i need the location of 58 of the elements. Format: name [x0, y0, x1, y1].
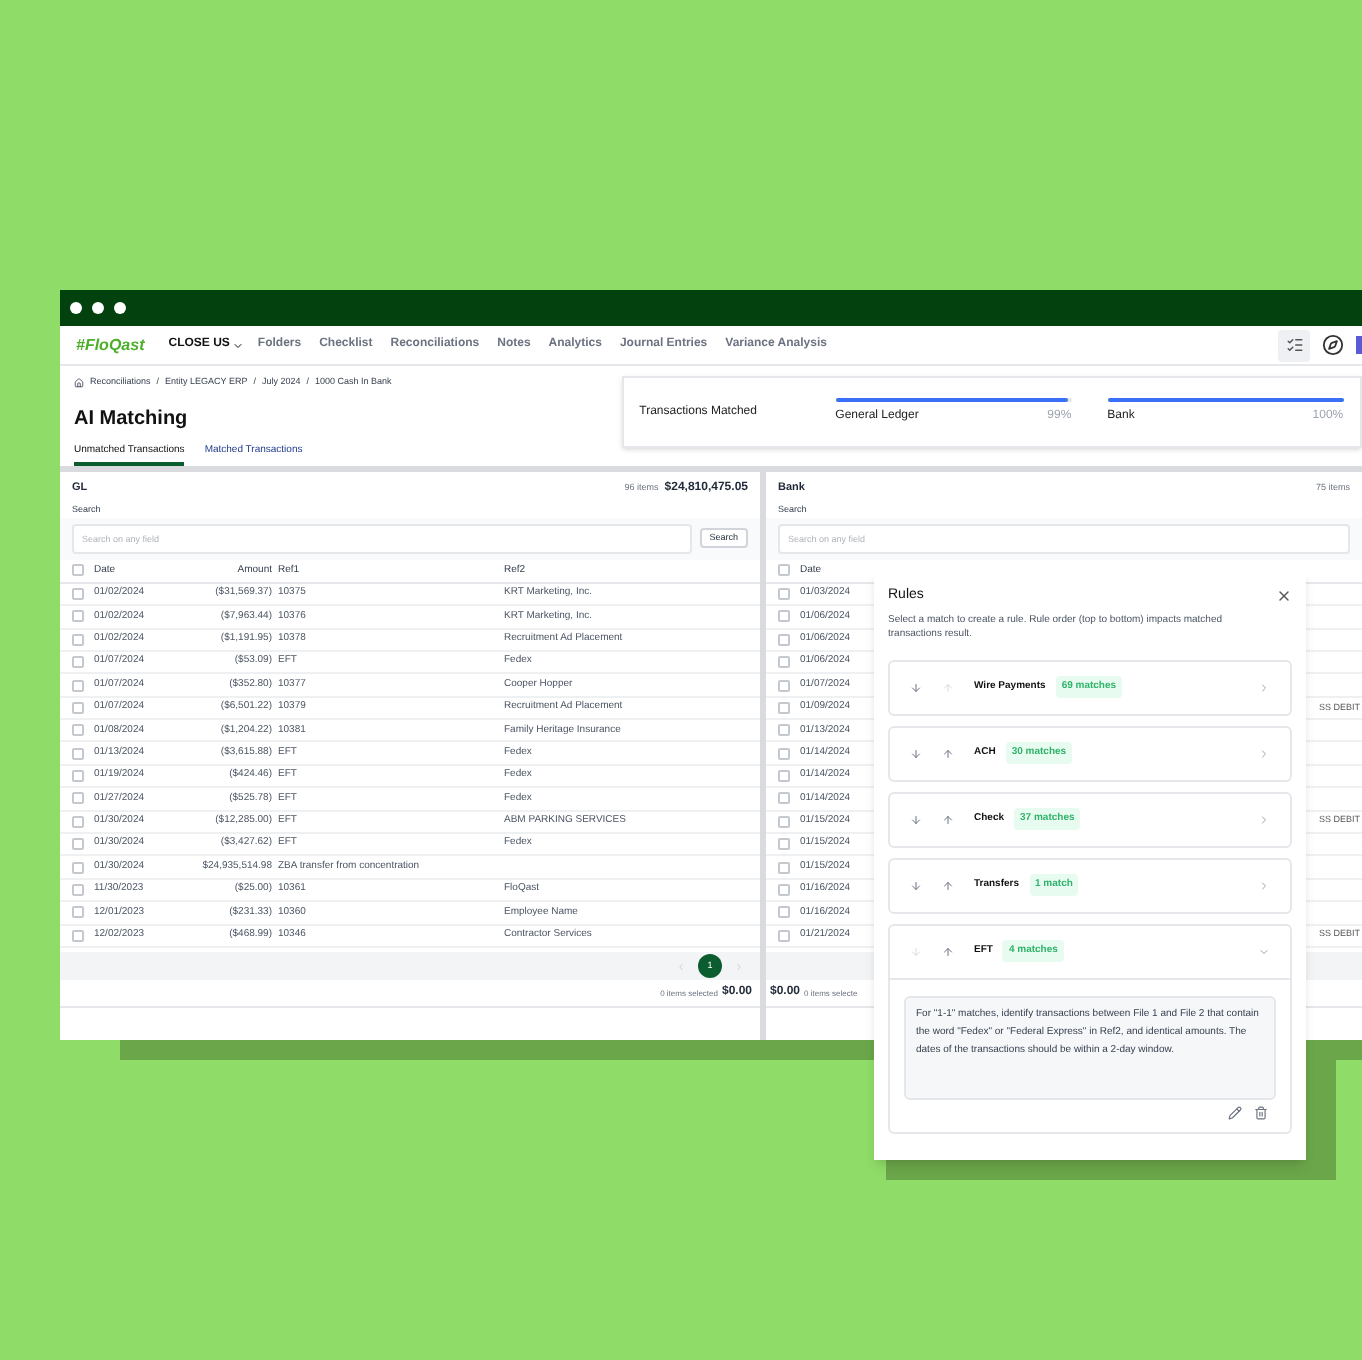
checkbox[interactable]: [778, 861, 790, 874]
checkbox[interactable]: [72, 610, 84, 623]
checkbox[interactable]: [72, 792, 84, 805]
checkbox[interactable]: [72, 906, 84, 919]
page-title: AI Matching: [74, 405, 190, 434]
checkbox[interactable]: [778, 929, 790, 942]
checkbox[interactable]: [778, 747, 790, 760]
checkbox[interactable]: [778, 792, 790, 805]
compass-icon[interactable]: [1322, 334, 1344, 356]
move-up-icon[interactable]: [942, 747, 954, 759]
chevron-down-icon[interactable]: [1258, 945, 1270, 957]
checkbox[interactable]: [778, 701, 790, 714]
checkbox[interactable]: [72, 838, 84, 851]
trash-icon[interactable]: [1254, 1105, 1268, 1119]
home-icon[interactable]: [74, 377, 84, 388]
checkbox[interactable]: [778, 724, 790, 737]
checkbox[interactable]: [72, 724, 84, 737]
checkbox[interactable]: [778, 906, 790, 919]
move-down-icon[interactable]: [910, 681, 922, 693]
chevron-right-icon[interactable]: [1258, 681, 1270, 693]
move-up-icon[interactable]: [942, 945, 954, 957]
rule-card[interactable]: [888, 923, 1292, 1133]
move-down-icon[interactable]: [910, 879, 922, 891]
chevron-right-icon[interactable]: [1258, 879, 1270, 891]
move-up-icon[interactable]: [942, 813, 954, 825]
move-down-icon[interactable]: [910, 747, 922, 759]
move-up-icon[interactable]: [942, 879, 954, 891]
checkbox[interactable]: [72, 656, 84, 669]
checkbox[interactable]: [72, 564, 84, 577]
checkbox[interactable]: [72, 587, 84, 600]
checkbox[interactable]: [778, 884, 790, 897]
checkbox[interactable]: [72, 861, 84, 874]
next-page-icon[interactable]: [734, 961, 744, 971]
checkbox[interactable]: [778, 679, 790, 691]
checkbox[interactable]: [72, 815, 84, 828]
checkbox[interactable]: [778, 564, 790, 577]
edit-icon[interactable]: [1228, 1105, 1242, 1119]
checkbox[interactable]: [778, 815, 790, 828]
checkbox[interactable]: [72, 701, 84, 714]
checkbox[interactable]: [72, 747, 84, 760]
checkbox[interactable]: [72, 884, 84, 897]
checklist-icon[interactable]: [1278, 329, 1310, 361]
checkbox[interactable]: [72, 929, 84, 942]
checkbox[interactable]: [778, 770, 790, 783]
chevron-right-icon[interactable]: [1258, 813, 1270, 825]
checkbox[interactable]: [778, 633, 790, 646]
chevron-down-icon: [231, 339, 244, 351]
checkbox[interactable]: [72, 770, 84, 783]
chevron-right-icon[interactable]: [1258, 747, 1270, 759]
move-down-icon[interactable]: [910, 813, 922, 825]
checkbox[interactable]: [778, 656, 790, 669]
checkbox[interactable]: [72, 679, 84, 691]
close-icon[interactable]: [1276, 588, 1292, 605]
previous-page-icon[interactable]: [676, 961, 686, 971]
checkbox[interactable]: [778, 610, 790, 623]
checkbox[interactable]: [778, 587, 790, 600]
checkbox[interactable]: [72, 633, 84, 646]
checkbox[interactable]: [778, 838, 790, 851]
